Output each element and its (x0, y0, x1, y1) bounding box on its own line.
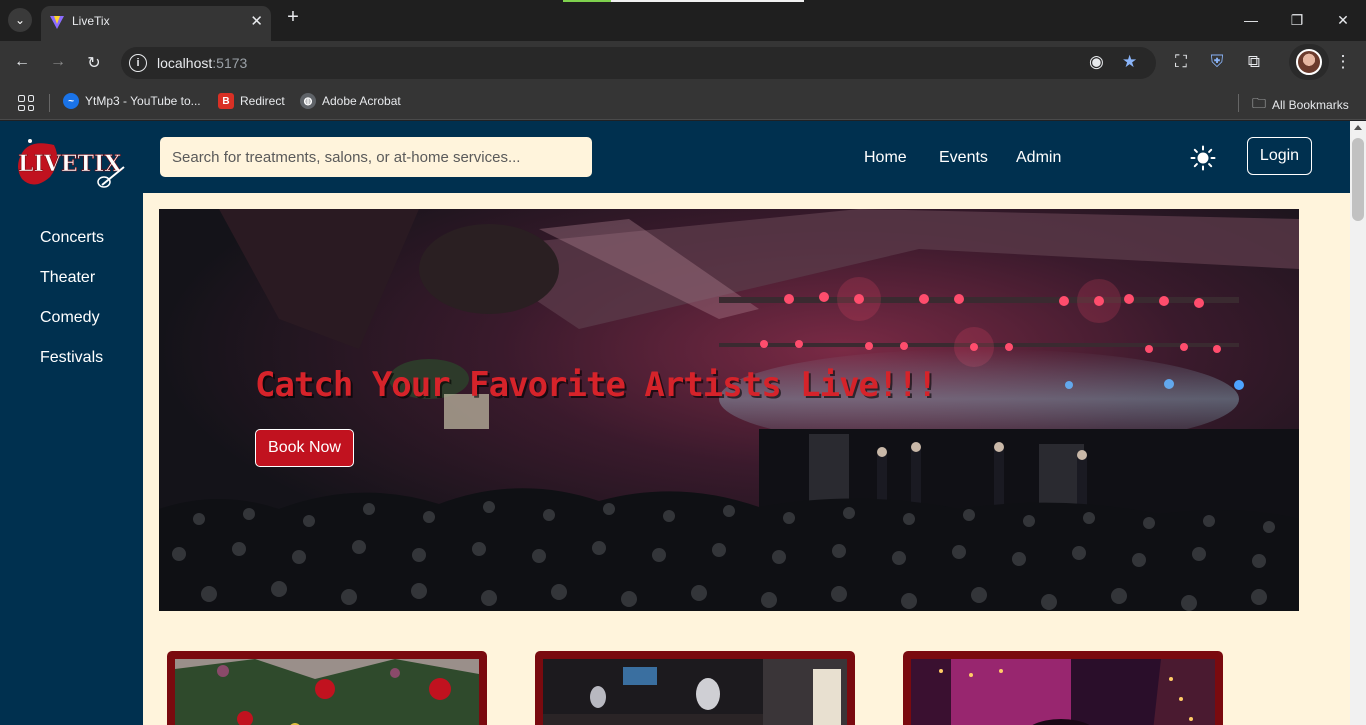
back-icon[interactable]: ← (11, 53, 33, 71)
site-info-icon[interactable]: i (129, 54, 147, 72)
globe-icon: ◍ (300, 93, 316, 109)
all-bookmarks[interactable]: 🗀 All Bookmarks (1252, 93, 1349, 117)
browser-toolbar: ← → ↻ i localhost:5173 ◉ ★ ⛶ ⛨ ⧉ ⋮ (0, 41, 1366, 86)
sidebar-item-festivals[interactable]: Festivals (40, 349, 103, 367)
category-sidebar: Concerts Theater Comedy Festivals (0, 193, 143, 725)
browser-tab-bar: ⌄ LiveTix ✕ + — ❐ ✕ (0, 0, 1366, 41)
event-card[interactable] (535, 651, 855, 725)
apps-grid-icon[interactable] (18, 95, 34, 111)
nav-events[interactable]: Events (939, 149, 988, 167)
bookmark-redirect[interactable]: B Redirect (218, 93, 285, 109)
book-now-button[interactable]: Book Now (255, 429, 354, 467)
forward-icon[interactable]: → (47, 53, 69, 71)
reload-icon[interactable]: ↻ (83, 53, 105, 73)
site-header: LIVETIX Home Events Admin Login (0, 121, 1350, 193)
tab-close-icon[interactable]: ✕ (250, 12, 263, 30)
sidebar-item-comedy[interactable]: Comedy (40, 309, 100, 327)
loading-indicator (563, 0, 804, 2)
browser-tab[interactable]: LiveTix ✕ (41, 6, 271, 41)
redirect-icon: B (218, 93, 234, 109)
new-tab-button[interactable]: + (282, 6, 304, 29)
fullscreen-icon[interactable]: ⛶ (1170, 52, 1192, 72)
page-scrollbar[interactable] (1350, 121, 1366, 725)
login-button[interactable]: Login (1247, 137, 1312, 175)
event-card[interactable] (167, 651, 487, 725)
event-card-image (175, 659, 479, 725)
tab-title: LiveTix (72, 14, 110, 28)
sun-icon[interactable] (1190, 145, 1216, 171)
hero-banner: Catch Your Favorite Artists Live!!! Book… (159, 209, 1299, 611)
bookmarks-bar: ~ YtMp3 - YouTube to... B Redirect ◍ Ado… (0, 86, 1366, 120)
sidebar-item-theater[interactable]: Theater (40, 269, 95, 287)
sidebar-item-concerts[interactable]: Concerts (40, 229, 104, 247)
livetix-logo[interactable]: LIVETIX (14, 135, 128, 191)
restore-icon[interactable]: ❐ (1274, 0, 1320, 40)
svg-text:LIVETIX: LIVETIX (18, 151, 122, 177)
bookmark-ytmp3[interactable]: ~ YtMp3 - YouTube to... (63, 93, 201, 109)
event-card[interactable] (903, 651, 1223, 725)
tab-search-button[interactable]: ⌄ (8, 8, 32, 32)
close-window-icon[interactable]: ✕ (1320, 0, 1366, 40)
scroll-up-icon[interactable] (1354, 125, 1362, 130)
scroll-thumb[interactable] (1352, 138, 1364, 221)
search-input[interactable] (160, 137, 592, 177)
url-text[interactable]: localhost:5173 (157, 55, 247, 71)
eye-icon[interactable]: ◉ (1089, 52, 1104, 72)
address-bar[interactable]: i localhost:5173 ◉ ★ (121, 47, 1156, 79)
nav-admin[interactable]: Admin (1016, 149, 1061, 167)
profile-avatar[interactable] (1296, 49, 1322, 75)
nav-home[interactable]: Home (864, 149, 907, 167)
extension-shield-icon[interactable]: ⛨ (1206, 52, 1228, 72)
event-card-image (911, 659, 1215, 725)
bookmark-star-icon[interactable]: ★ (1122, 52, 1137, 72)
concert-stage-image (159, 209, 1299, 611)
event-card-image (543, 659, 847, 725)
vite-favicon-icon (50, 16, 64, 29)
browser-menu-icon[interactable]: ⋮ (1332, 52, 1354, 72)
page-viewport: LIVETIX Home Events Admin Login Concerts… (0, 121, 1350, 725)
extensions-puzzle-icon[interactable]: ⧉ (1243, 52, 1265, 72)
minimize-icon[interactable]: — (1228, 0, 1274, 40)
bookmark-adobe-acrobat[interactable]: ◍ Adobe Acrobat (300, 93, 401, 109)
hero-title: Catch Your Favorite Artists Live!!! (255, 365, 937, 405)
ytmp3-icon: ~ (63, 93, 79, 109)
folder-icon: 🗀 (1252, 95, 1266, 111)
